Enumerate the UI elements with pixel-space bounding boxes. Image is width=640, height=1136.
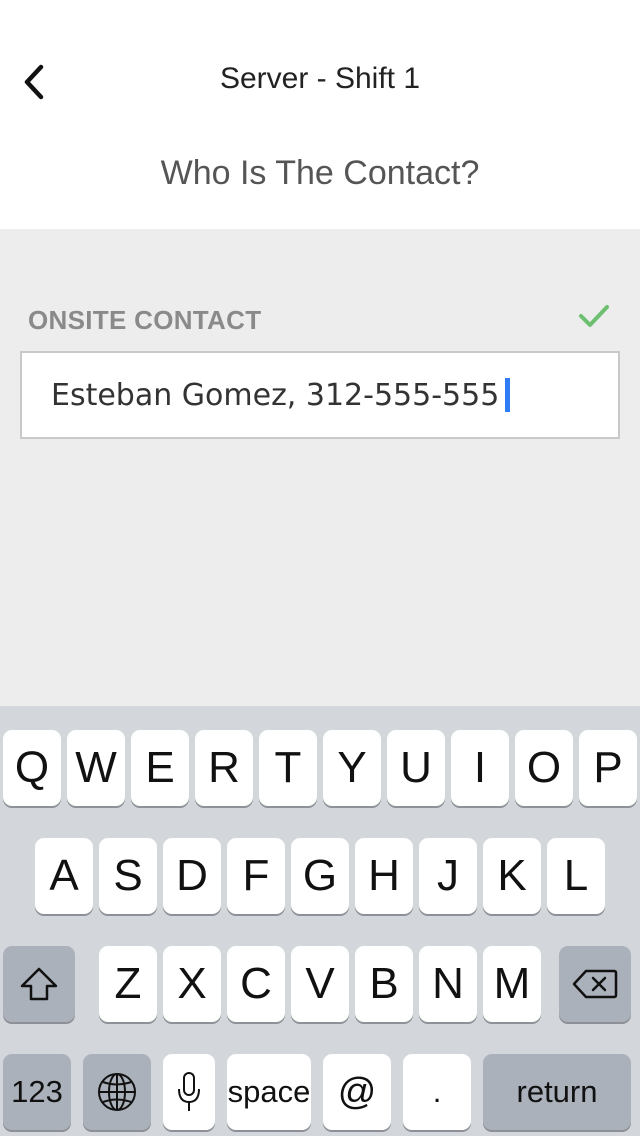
key-b[interactable]: B — [355, 946, 413, 1022]
key-q[interactable]: Q — [3, 730, 61, 806]
space-key-label: space — [227, 1074, 311, 1109]
key-w[interactable]: W — [67, 730, 125, 806]
microphone-key[interactable] — [163, 1054, 215, 1130]
key-e[interactable]: E — [131, 730, 189, 806]
numbers-key[interactable]: 123 — [3, 1054, 71, 1130]
at-key[interactable]: @ — [323, 1054, 391, 1130]
header: Server - Shift 1 Who Is The Contact? — [0, 0, 640, 229]
key-i[interactable]: I — [451, 730, 509, 806]
key-y[interactable]: Y — [323, 730, 381, 806]
delete-key[interactable] — [559, 946, 631, 1022]
page-title: Server - Shift 1 — [219, 62, 421, 95]
key-l[interactable]: L — [547, 838, 605, 914]
return-key[interactable]: return — [483, 1054, 631, 1130]
space-key[interactable]: space — [227, 1054, 311, 1130]
key-k[interactable]: K — [483, 838, 541, 914]
key-z[interactable]: Z — [99, 946, 157, 1022]
microphone-icon — [178, 1072, 200, 1111]
key-h[interactable]: H — [355, 838, 413, 914]
shift-icon — [20, 967, 58, 1001]
question-heading: Who Is The Contact? — [160, 154, 480, 192]
key-n[interactable]: N — [419, 946, 477, 1022]
text-caret — [505, 378, 511, 412]
at-key-label: @ — [337, 1070, 377, 1113]
key-v[interactable]: V — [291, 946, 349, 1022]
key-m[interactable]: M — [483, 946, 541, 1022]
period-key-label: . — [432, 1074, 442, 1109]
checkmark-icon — [579, 305, 609, 327]
key-p[interactable]: P — [579, 730, 637, 806]
key-s[interactable]: S — [99, 838, 157, 914]
onsite-contact-value: Esteban Gomez, 312-555-555 — [51, 377, 500, 413]
key-o[interactable]: O — [515, 730, 573, 806]
globe-key[interactable] — [83, 1054, 151, 1130]
backspace-icon — [572, 969, 618, 999]
key-j[interactable]: J — [419, 838, 477, 914]
onsite-contact-label: ONSITE CONTACT — [28, 305, 262, 335]
globe-icon — [98, 1073, 136, 1111]
keyboard: Q W E R T Y U I O P A S D F G H J K L Z … — [0, 706, 640, 1136]
key-d[interactable]: D — [163, 838, 221, 914]
shift-key[interactable] — [3, 946, 75, 1022]
key-g[interactable]: G — [291, 838, 349, 914]
key-x[interactable]: X — [163, 946, 221, 1022]
period-key[interactable]: . — [403, 1054, 471, 1130]
key-u[interactable]: U — [387, 730, 445, 806]
key-c[interactable]: C — [227, 946, 285, 1022]
return-key-label: return — [516, 1074, 598, 1109]
numbers-key-label: 123 — [11, 1074, 63, 1109]
onsite-contact-input[interactable]: Esteban Gomez, 312-555-555 — [20, 351, 620, 439]
key-r[interactable]: R — [195, 730, 253, 806]
key-t[interactable]: T — [259, 730, 317, 806]
key-f[interactable]: F — [227, 838, 285, 914]
key-a[interactable]: A — [35, 838, 93, 914]
